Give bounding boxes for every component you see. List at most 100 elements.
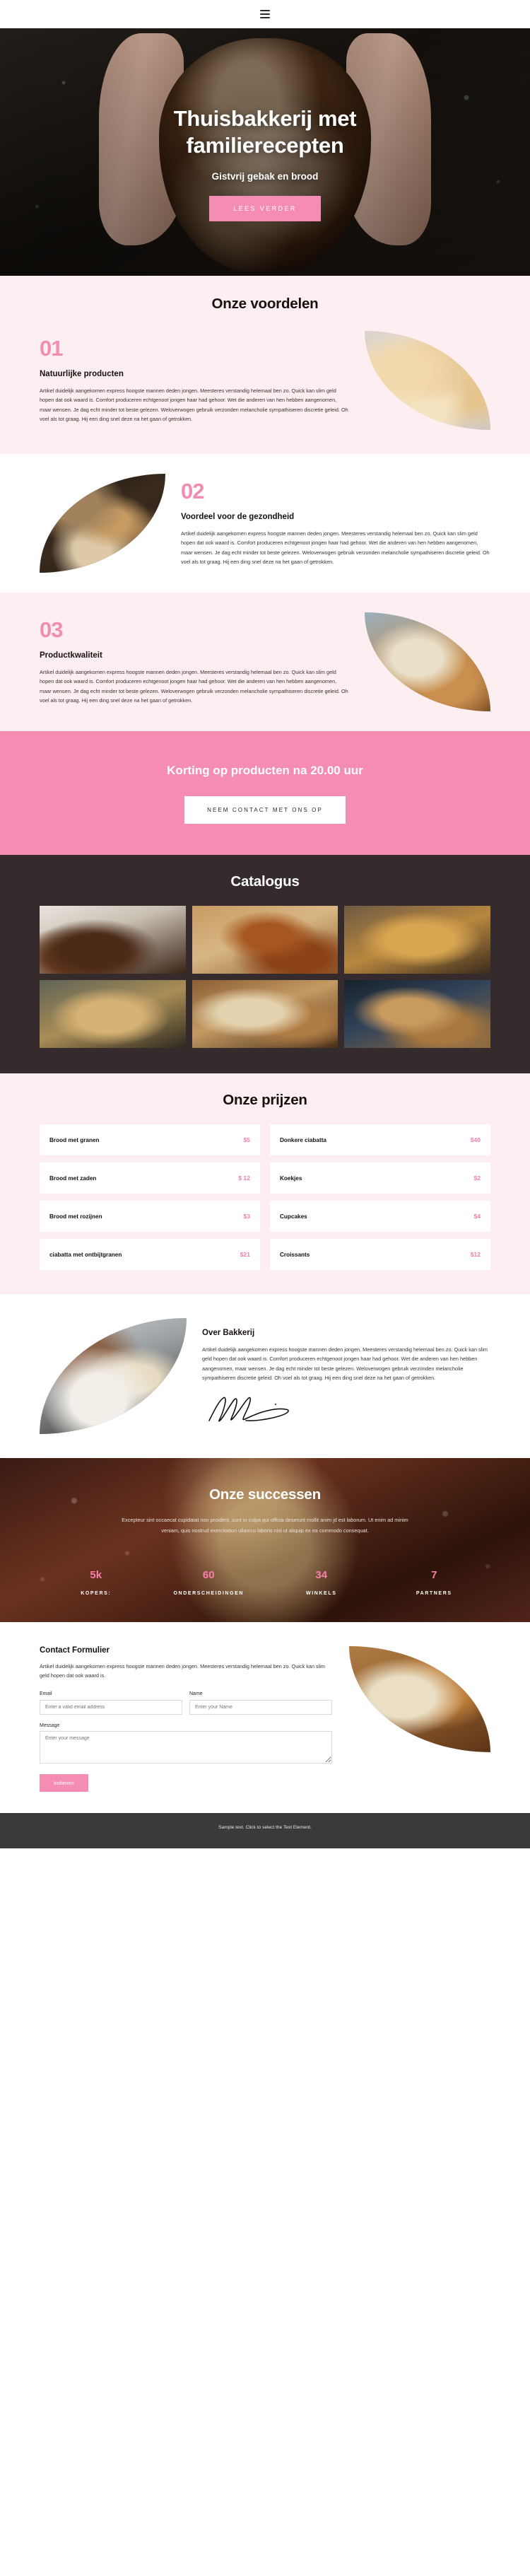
contact-image-loaf	[349, 1645, 490, 1752]
hero-title: Thuisbakkerij met familierecepten	[174, 105, 357, 159]
price-item[interactable]: ciabatta met ontbijtgranen $21	[40, 1239, 260, 1270]
email-input[interactable]	[40, 1700, 182, 1715]
stat-value: 5k	[90, 1568, 102, 1581]
message-label: Message	[40, 1723, 60, 1729]
price-item[interactable]: Koekjes $2	[270, 1162, 490, 1194]
name-input[interactable]	[189, 1700, 332, 1715]
hero-read-more-button[interactable]: LEES VERDER	[209, 196, 321, 222]
benefit-heading: Natuurlijke producten	[40, 369, 124, 378]
stat-item-awards: 60 ONDERSCHEIDINGEN	[153, 1569, 266, 1598]
price-item-name: Cupcakes	[280, 1213, 307, 1220]
price-item-name: Croissants	[280, 1251, 310, 1258]
cta-title: Korting op producten na 20.00 uur	[167, 764, 363, 777]
price-item-value: $12	[470, 1251, 481, 1258]
hamburger-menu-icon[interactable]	[260, 10, 270, 18]
benefit-image-sliced-bread	[365, 612, 490, 711]
top-navigation-bar	[0, 0, 530, 28]
benefit-image-rolls	[365, 331, 490, 430]
contact-heading: Contact Formulier	[40, 1645, 110, 1655]
footer-sample-text[interactable]: Sample text. Click to select the Text El…	[0, 1825, 530, 1830]
catalog-image-2[interactable]	[192, 906, 338, 974]
price-item-name: Donkere ciabatta	[280, 1136, 326, 1143]
benefit-image-seeded-breads	[40, 474, 165, 573]
catalog-image-6[interactable]	[344, 980, 490, 1048]
contact-us-button[interactable]: NEEM CONTACT MET ONS OP	[184, 796, 346, 824]
achievements-stat-grid: 5k KOPERS: 60 ONDERSCHEIDINGEN 34 WINKEL…	[40, 1569, 490, 1598]
name-field-group: Name	[189, 1691, 332, 1715]
benefit-body: Artikel duidelijk aangekomen express hoo…	[40, 668, 348, 704]
price-item-value: $ 12	[238, 1175, 250, 1182]
hero-subtitle: Gistvrij gebak en brood	[211, 171, 319, 182]
stat-label: PARTNERS	[416, 1590, 452, 1596]
price-item-value: $40	[470, 1136, 481, 1143]
burger-line	[260, 17, 270, 18]
price-item[interactable]: Croissants $12	[270, 1239, 490, 1270]
benefit-number: 03	[40, 617, 63, 642]
catalog-image-4[interactable]	[40, 980, 186, 1048]
price-item[interactable]: Brood met zaden $ 12	[40, 1162, 260, 1194]
benefit-row-03: 03 Productkwaliteit Artikel duidelijk aa…	[40, 612, 490, 711]
price-item-name: Brood met rozijnen	[49, 1213, 102, 1220]
about-heading: Over Bakkerij	[202, 1328, 255, 1337]
price-item-value: $2	[473, 1175, 481, 1182]
message-textarea[interactable]	[40, 1731, 332, 1764]
benefits-section-02: 02 Voordeel voor de gezondheid Artikel d…	[0, 454, 530, 593]
price-item-value: $3	[243, 1213, 250, 1220]
price-item[interactable]: Brood met rozijnen $3	[40, 1201, 260, 1232]
stat-item-partners: 7 PARTNERS	[378, 1569, 491, 1598]
achievements-title: Onze successen	[209, 1486, 321, 1503]
benefit-heading: Voordeel voor de gezondheid	[181, 512, 295, 521]
achievements-section: Onze successen Excepteur sint occaecat c…	[0, 1458, 530, 1622]
price-item[interactable]: Brood met granen $5	[40, 1124, 260, 1155]
price-item-name: Brood met zaden	[49, 1175, 97, 1182]
price-list: Brood met granen $5 Donkere ciabatta $40…	[40, 1124, 490, 1270]
price-item[interactable]: Donkere ciabatta $40	[270, 1124, 490, 1155]
submit-button[interactable]: Indienen	[40, 1774, 88, 1793]
name-label: Name	[189, 1691, 203, 1697]
stat-label: ONDERSCHEIDINGEN	[173, 1590, 244, 1596]
page-footer: Sample text. Click to select the Text El…	[0, 1813, 530, 1849]
email-field-group: Email	[40, 1691, 182, 1715]
catalog-section: Catalogus	[0, 855, 530, 1073]
stat-value: 34	[315, 1568, 328, 1581]
discount-cta-section: Korting op producten na 20.00 uur NEEM C…	[0, 731, 530, 855]
prices-section: Onze prijzen Brood met granen $5 Donkere…	[0, 1073, 530, 1294]
about-body: Artikel duidelijk aangekomen express hoo…	[202, 1346, 488, 1381]
price-item[interactable]: Cupcakes $4	[270, 1201, 490, 1232]
catalog-image-grid	[40, 906, 490, 1048]
benefit-number: 01	[40, 335, 63, 361]
catalog-image-3[interactable]	[344, 906, 490, 974]
price-item-value: $21	[240, 1251, 250, 1258]
hero-title-line-1: Thuisbakkerij met	[173, 105, 357, 131]
benefit-heading: Productkwaliteit	[40, 651, 102, 660]
prices-title: Onze prijzen	[223, 1092, 307, 1108]
benefit-body: Artikel duidelijk aangekomen express hoo…	[40, 387, 348, 422]
price-item-value: $5	[243, 1136, 250, 1143]
stat-label: KOPERS:	[81, 1590, 112, 1596]
catalog-image-5[interactable]	[192, 980, 338, 1048]
price-item-name: ciabatta met ontbijtgranen	[49, 1251, 122, 1258]
stat-value: 60	[202, 1568, 215, 1581]
price-item-value: $4	[473, 1213, 481, 1220]
hero-section: Thuisbakkerij met familierecepten Gistvr…	[0, 28, 530, 276]
burger-line	[260, 10, 270, 11]
benefits-title: Onze voordelen	[211, 296, 319, 312]
about-image-baker	[40, 1318, 187, 1434]
benefits-section: Onze voordelen 01 Natuurlijke producten …	[0, 276, 530, 454]
catalog-title: Catalogus	[230, 873, 300, 890]
price-item-name: Brood met granen	[49, 1136, 100, 1143]
benefits-section-03: 03 Productkwaliteit Artikel duidelijk aa…	[0, 593, 530, 731]
achievements-lead-text: Excepteur sint occaecat cupidatat non pr…	[122, 1517, 408, 1534]
benefit-row-01: 01 Natuurlijke producten Artikel duideli…	[40, 331, 490, 430]
benefit-body: Artikel duidelijk aangekomen express hoo…	[181, 530, 490, 565]
burger-line	[260, 13, 270, 15]
email-label: Email	[40, 1691, 52, 1697]
handwritten-signature-icon	[202, 1394, 490, 1423]
benefit-number: 02	[181, 478, 204, 503]
hero-title-line-2: familierecepten	[186, 132, 344, 158]
benefit-row-02: 02 Voordeel voor de gezondheid Artikel d…	[40, 474, 490, 573]
catalog-image-1[interactable]	[40, 906, 186, 974]
stat-label: WINKELS	[306, 1590, 337, 1596]
message-field-group: Message	[40, 1723, 332, 1767]
stat-item-buyers: 5k KOPERS:	[40, 1569, 153, 1598]
